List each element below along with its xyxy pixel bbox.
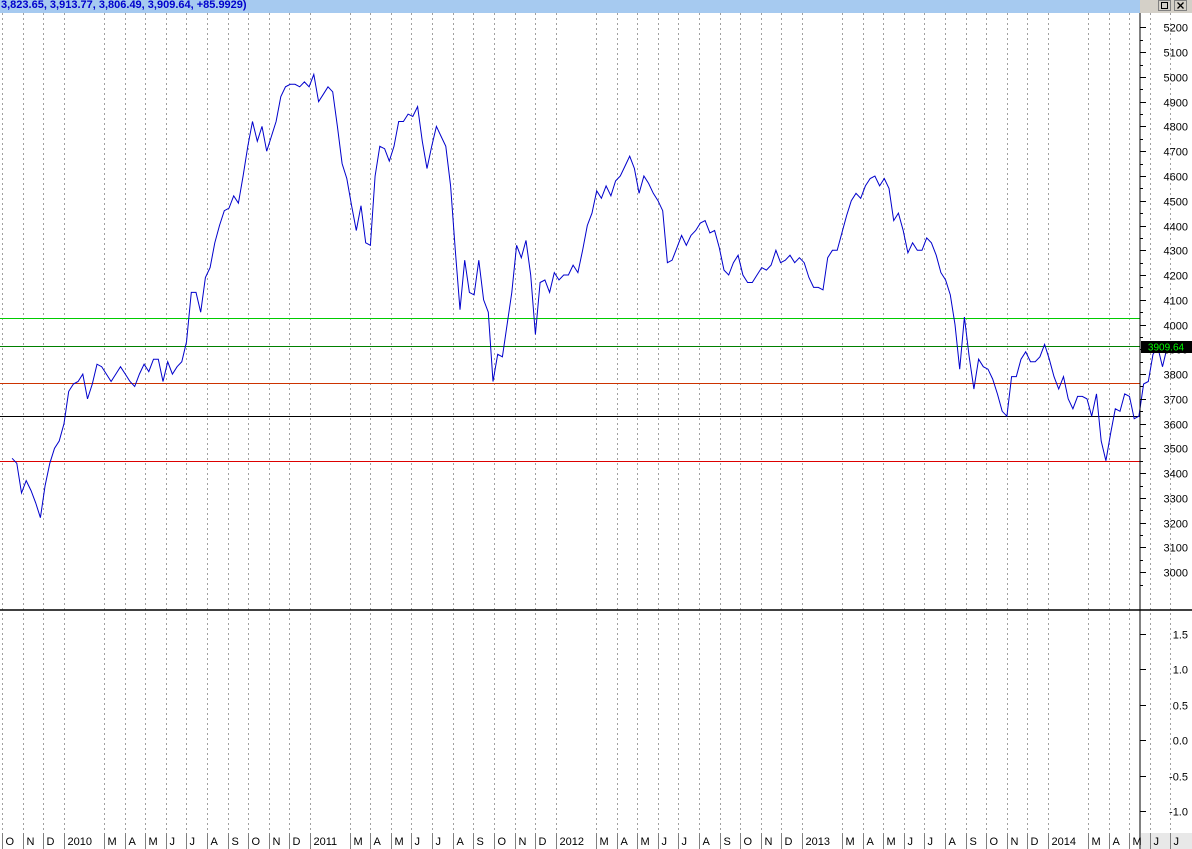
x-tick-label: A: [621, 836, 629, 848]
x-tick-label: 2010: [68, 836, 92, 848]
y-tick-label: 4900: [1164, 98, 1188, 110]
x-tick-label: S: [232, 836, 239, 848]
title-bar: 3,823.65, 3,913.77, 3,806.49, 3,909.64, …: [0, 0, 1192, 13]
y-tick-label: 4200: [1164, 271, 1188, 283]
axis-corner: [1141, 833, 1192, 849]
x-tick-label: S: [724, 836, 731, 848]
y-tick-label: 3100: [1164, 543, 1188, 555]
x-tick-label: J: [908, 836, 914, 848]
y-tick-label: -1.0: [1169, 807, 1188, 819]
y-tick-label: 4800: [1164, 122, 1188, 134]
y-tick-label: 3400: [1164, 469, 1188, 481]
x-tick-label: A: [374, 836, 382, 848]
x-tick-label: 2013: [806, 836, 830, 848]
title-band: 3,823.65, 3,913.77, 3,806.49, 3,909.64, …: [0, 0, 1140, 13]
x-tick-label: J: [415, 836, 421, 848]
x-tick-label: D: [1031, 836, 1039, 848]
y-tick-label: 0.0: [1173, 736, 1188, 748]
ohlc-title: 3,823.65, 3,913.77, 3,806.49, 3,909.64, …: [1, 0, 247, 11]
x-tick-label: A: [211, 836, 219, 848]
x-tick-label: N: [519, 836, 527, 848]
x-tick-label: S: [477, 836, 484, 848]
x-tick-label: O: [252, 836, 261, 848]
y-tick-label: 3300: [1164, 494, 1188, 506]
x-tick-label: A: [129, 836, 137, 848]
y-tick-label: 4100: [1164, 296, 1188, 308]
y-tick-label: 0.5: [1173, 701, 1188, 713]
x-tick-label: M: [395, 836, 404, 848]
y-tick-label: 1.5: [1173, 630, 1188, 642]
x-tick-label: A: [867, 836, 875, 848]
y-tick-label: 4700: [1164, 147, 1188, 159]
x-tick-label: D: [785, 836, 793, 848]
last-value-label: 3909.64: [1141, 341, 1192, 354]
x-tick-label: A: [703, 836, 711, 848]
y-tick-label: 3700: [1164, 395, 1188, 407]
x-tick-label: O: [6, 836, 15, 848]
y-tick-label: 3200: [1164, 519, 1188, 531]
x-tick-label: J: [190, 836, 196, 848]
x-tick-label: J: [1174, 836, 1180, 848]
x-tick-label: M: [108, 836, 117, 848]
y-tick-label: 3600: [1164, 420, 1188, 432]
x-tick-label: N: [27, 836, 35, 848]
x-tick-label: O: [990, 836, 999, 848]
x-tick-label: D: [47, 836, 55, 848]
restore-icon[interactable]: [1158, 0, 1171, 11]
x-tick-label: D: [539, 836, 547, 848]
x-tick-label: A: [1113, 836, 1121, 848]
x-tick-label: M: [1133, 836, 1142, 848]
y-tick-label: 5100: [1164, 48, 1188, 60]
x-tick-label: J: [436, 836, 442, 848]
x-tick-label: M: [846, 836, 855, 848]
x-tick-label: N: [273, 836, 281, 848]
x-tick-label: J: [170, 836, 176, 848]
last-value-text: 3909.64: [1148, 343, 1185, 354]
x-tick-label: J: [1154, 836, 1160, 848]
x-tick-label: M: [641, 836, 650, 848]
y-tick-label: 3800: [1164, 370, 1188, 382]
x-tick-label: M: [354, 836, 363, 848]
x-tick-label: D: [293, 836, 301, 848]
x-tick-label: 2011: [314, 836, 338, 848]
x-tick-label: 2014: [1052, 836, 1076, 848]
x-tick-label: A: [949, 836, 957, 848]
y-tick-label: 5000: [1164, 73, 1188, 85]
y-tick-label: 4000: [1164, 321, 1188, 333]
x-tick-label: N: [765, 836, 773, 848]
y-tick-label: 4300: [1164, 246, 1188, 258]
y-tick-label: 3500: [1164, 444, 1188, 456]
y-tick-label: 5200: [1164, 23, 1188, 35]
x-tick-label: M: [149, 836, 158, 848]
x-tick-label: A: [457, 836, 465, 848]
x-tick-label: M: [600, 836, 609, 848]
x-tick-label: J: [682, 836, 688, 848]
y-tick-label: 4400: [1164, 222, 1188, 234]
x-tick-label: J: [928, 836, 934, 848]
x-tick-label: O: [744, 836, 753, 848]
y-tick-label: 3000: [1164, 568, 1188, 580]
x-tick-label: S: [970, 836, 977, 848]
y-tick-label: 1.0: [1173, 665, 1188, 677]
x-tick-label: 2012: [560, 836, 584, 848]
x-tick-label: N: [1011, 836, 1019, 848]
chart-area: 3000310032003300340035003600370038003900…: [0, 13, 1192, 849]
y-tick-label: 4500: [1164, 197, 1188, 209]
y-tick-label: -0.5: [1169, 772, 1188, 784]
x-tick-label: O: [498, 836, 507, 848]
x-tick-label: M: [1092, 836, 1101, 848]
y-tick-label: 4600: [1164, 172, 1188, 184]
close-icon[interactable]: [1174, 0, 1187, 11]
x-tick-label: J: [662, 836, 668, 848]
x-tick-label: M: [887, 836, 896, 848]
